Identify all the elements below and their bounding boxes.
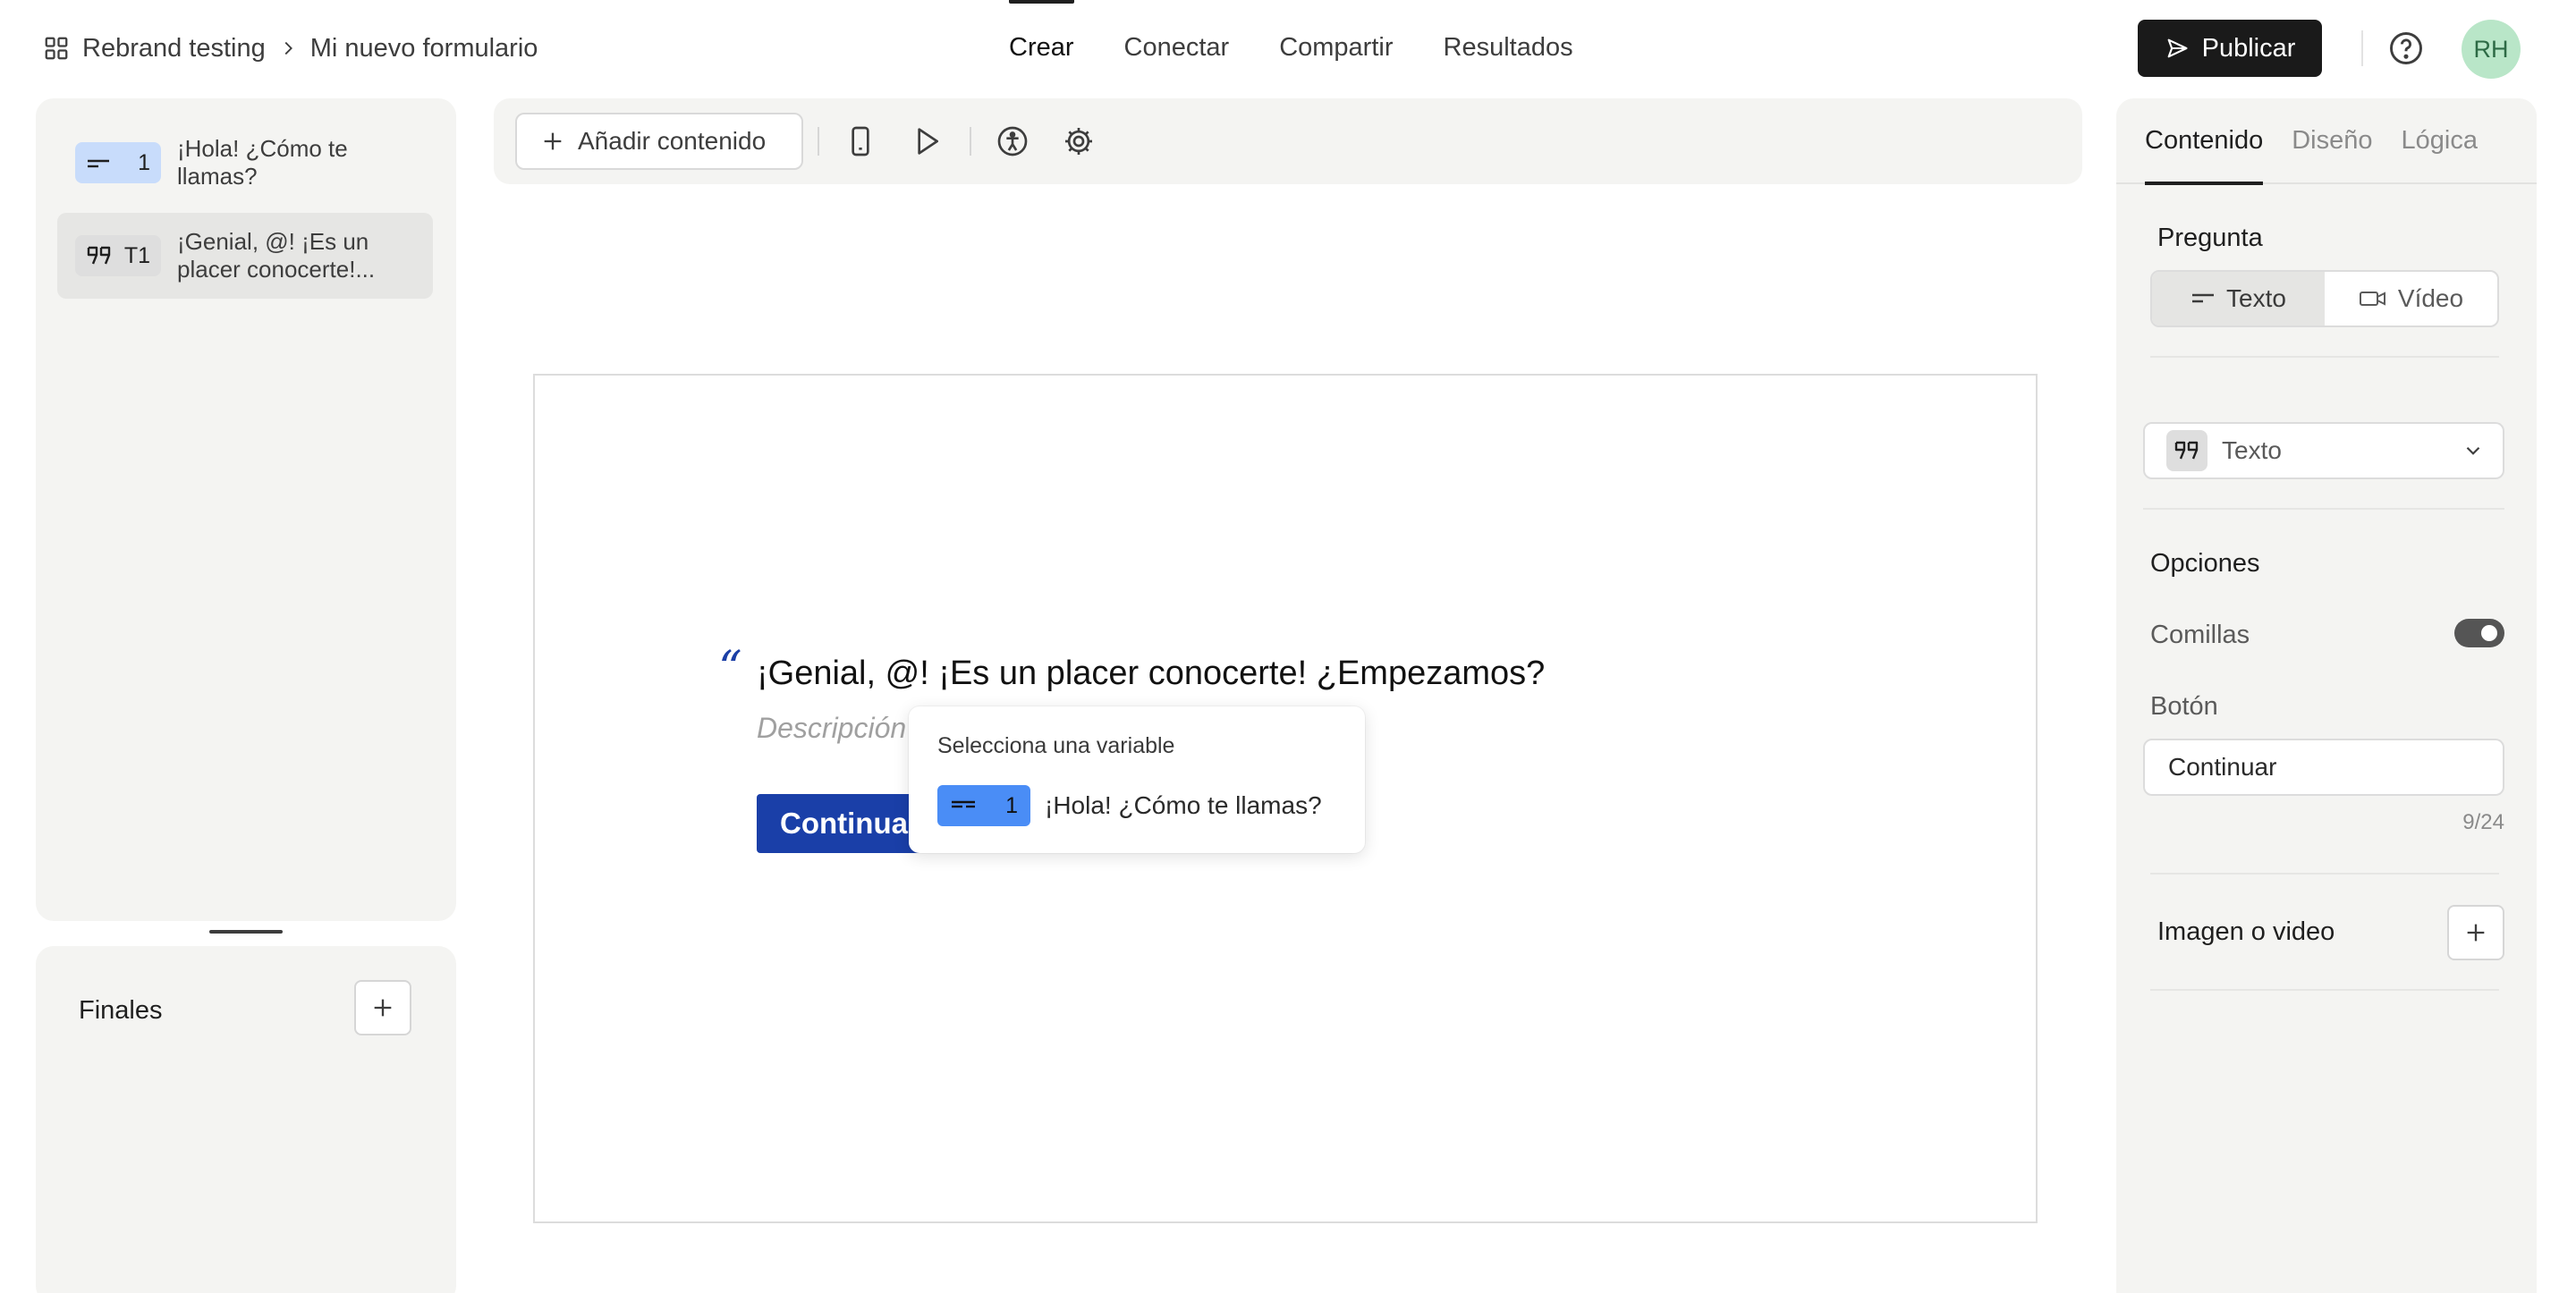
add-ending-button[interactable] (354, 980, 411, 1035)
mobile-preview-icon[interactable] (843, 123, 878, 159)
breadcrumb: Rebrand testing Mi nuevo formulario (43, 30, 538, 66)
breadcrumb-workspace[interactable]: Rebrand testing (82, 34, 266, 63)
add-content-label: Añadir contenido (578, 127, 767, 155)
type-select[interactable]: Texto (2143, 422, 2504, 479)
quote-mark: “ (718, 642, 742, 696)
char-counter: 9/24 (2462, 810, 2504, 834)
description-field[interactable]: Descripción (757, 712, 906, 745)
divider (2150, 873, 2499, 875)
accessibility-icon[interactable] (995, 123, 1030, 159)
media-label: Imagen o video (2157, 917, 2335, 946)
variable-badge: 1 (937, 785, 1030, 826)
question-number: T1 (123, 242, 150, 268)
short-text-icon (86, 154, 111, 172)
publish-button[interactable]: Publicar (2138, 20, 2322, 77)
tab-conectar[interactable]: Conectar (1099, 0, 1255, 95)
question-badge: 1 (75, 142, 161, 183)
add-content-button[interactable]: Añadir contenido (515, 113, 803, 170)
play-icon[interactable] (909, 123, 945, 159)
short-text-icon (2190, 290, 2216, 308)
button-text-input[interactable]: Continuar (2143, 739, 2504, 796)
endings-label: Finales (79, 996, 163, 1025)
tab-diseno[interactable]: Diseño (2292, 97, 2372, 183)
header-divider (2361, 30, 2363, 66)
question-text: ¡Hola! ¿Cómo te llamas? (177, 135, 348, 190)
chevron-right-icon (278, 38, 298, 58)
statement-title[interactable]: ¡Genial, @! ¡Es un placer conocerte! ¿Em… (757, 655, 1545, 693)
video-icon (2359, 288, 2387, 309)
divider (2150, 356, 2499, 358)
toolbar-divider (970, 127, 971, 156)
segment-text[interactable]: Texto (2152, 272, 2325, 325)
chevron-down-icon (2462, 439, 2485, 462)
question-type-toggle: Texto Vídeo (2150, 270, 2499, 327)
variable-number: 1 (1005, 792, 1018, 818)
tab-contenido[interactable]: Contenido (2145, 97, 2264, 185)
segment-video[interactable]: Vídeo (2325, 272, 2497, 325)
question-item-1[interactable]: 1 ¡Hola! ¿Cómo te llamas? (57, 120, 433, 206)
segment-text-label: Texto (2226, 284, 2286, 312)
question-text: ¡Genial, @! ¡Es un placer conocerte!... (177, 228, 376, 283)
app-root: Rebrand testing Mi nuevo formulario Crea… (0, 0, 2576, 1293)
plus-icon (370, 995, 395, 1020)
options-label: Opciones (2150, 549, 2260, 578)
question-label: Pregunta (2157, 224, 2263, 252)
publish-label: Publicar (2201, 33, 2296, 63)
variable-option[interactable]: 1 ¡Hola! ¿Cómo te llamas? (937, 785, 1322, 826)
quote-icon (86, 244, 113, 267)
short-text-icon (950, 797, 977, 815)
popup-title: Selecciona una variable (937, 733, 1175, 758)
segment-video-label: Vídeo (2397, 284, 2464, 312)
quote-icon (2166, 430, 2207, 471)
variable-popup: Selecciona una variable 1 ¡Hola! ¿Cómo t… (909, 706, 1365, 853)
help-icon[interactable] (2386, 29, 2426, 68)
tab-logica[interactable]: Lógica (2402, 97, 2478, 183)
plus-icon (2463, 920, 2488, 945)
breadcrumb-form[interactable]: Mi nuevo formulario (310, 34, 538, 63)
question-badge: T1 (75, 235, 161, 276)
quotes-label: Comillas (2150, 621, 2250, 649)
avatar[interactable]: RH (2462, 20, 2521, 79)
plus-icon (540, 129, 565, 154)
variable-text: ¡Hola! ¿Cómo te llamas? (1045, 791, 1322, 819)
settings-tabs: Contenido Diseño Lógica (2116, 97, 2537, 185)
question-item-t1[interactable]: T1 ¡Genial, @! ¡Es un placer conocerte!.… (57, 213, 433, 299)
type-select-value: Texto (2222, 436, 2282, 464)
toolbar-divider (818, 127, 819, 156)
tab-compartir[interactable]: Compartir (1254, 0, 1418, 95)
tab-resultados[interactable]: Resultados (1419, 0, 1598, 95)
tab-crear[interactable]: Crear (984, 0, 1099, 95)
top-nav: Crear Conectar Compartir Resultados (984, 0, 1598, 95)
question-number: 1 (138, 149, 150, 175)
add-media-button[interactable] (2447, 905, 2504, 960)
divider (2150, 989, 2499, 991)
quotes-toggle[interactable] (2454, 619, 2504, 647)
resize-handle[interactable] (209, 930, 283, 934)
settings-icon[interactable] (1061, 123, 1097, 159)
grid-icon[interactable] (43, 35, 70, 62)
send-icon (2165, 36, 2190, 61)
divider (2143, 508, 2504, 510)
button-label: Botón (2150, 692, 2218, 721)
